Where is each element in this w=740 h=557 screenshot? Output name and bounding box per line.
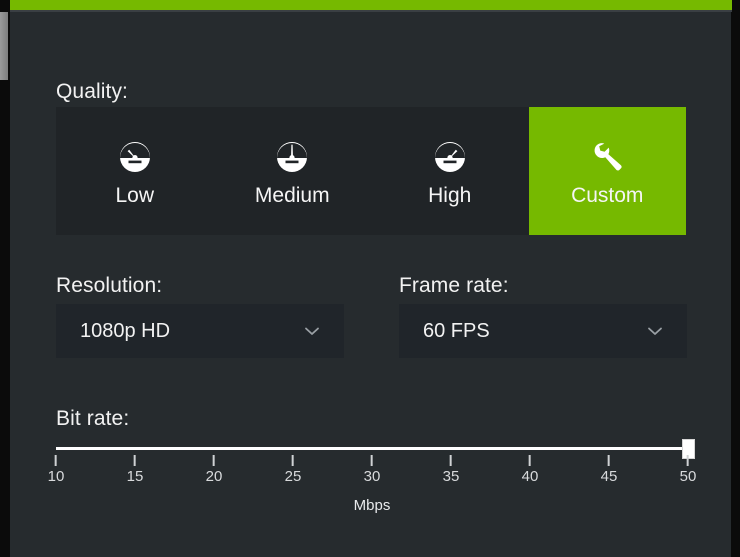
bit-rate-slider[interactable]: 10 15 20 25 30 35 40 45 50 Mbps [48,437,696,514]
slider-tick: 20 [205,455,223,485]
quality-option-high[interactable]: High [371,107,529,235]
frame-rate-dropdown[interactable]: 60 FPS [399,304,687,358]
right-gutter [731,0,740,557]
quality-label: Quality: [56,80,128,103]
slider-tick-scale: 10 15 20 25 30 35 40 45 50 [48,455,696,495]
quality-option-medium[interactable]: Medium [214,107,372,235]
slider-tick-label: 35 [442,468,460,485]
resolution-dropdown[interactable]: 1080p HD [56,304,344,358]
slider-tick: 15 [126,455,144,485]
slider-tick-mark [213,455,215,466]
slider-tick: 40 [521,455,539,485]
slider-tick-mark [529,455,531,466]
slider-tick-label: 25 [284,468,302,485]
bit-rate-units: Mbps [353,497,391,514]
slider-tick-mark [450,455,452,466]
gauge-medium-icon [277,141,308,172]
frame-rate-value: 60 FPS [423,319,490,342]
slider-tick: 50 [679,455,697,485]
chevron-down-icon [648,327,662,335]
frame-rate-label: Frame rate: [399,274,509,297]
slider-tick-label: 30 [363,468,381,485]
quality-option-custom[interactable]: Custom [528,107,686,235]
quality-option-group: Low Medium High Custom [56,107,686,235]
slider-tick-mark [134,455,136,466]
resolution-label: Resolution: [56,274,163,297]
slider-tick-label: 40 [521,468,539,485]
quality-option-label: High [428,183,472,207]
quality-option-label: Low [115,183,155,207]
bit-rate-label: Bit rate: [56,407,130,430]
left-gutter [0,0,10,557]
scrollbar-thumb[interactable] [0,12,8,80]
gauge-low-icon [119,141,150,172]
app-window: Quality: Low Medium High Custom Resoluti… [0,0,740,557]
slider-tick: 30 [363,455,381,485]
slider-tick-mark [687,455,689,466]
settings-panel: Quality: Low Medium High Custom Resoluti… [10,12,731,557]
accent-bar [10,0,732,10]
slider-tick-label: 15 [126,468,144,485]
quality-option-low[interactable]: Low [56,107,214,235]
wrench-icon [594,142,622,171]
slider-tick-mark [292,455,294,466]
slider-tick: 10 [47,455,65,485]
quality-option-label: Custom [571,183,644,207]
resolution-value: 1080p HD [80,319,171,342]
slider-tick-label: 10 [47,468,65,485]
slider-tick-label: 20 [205,468,223,485]
slider-tick-mark [55,455,57,466]
slider-tick-label: 45 [600,468,618,485]
slider-tick: 25 [284,455,302,485]
gauge-high-icon [434,141,465,172]
slider-tick-mark [608,455,610,466]
slider-tick: 35 [442,455,460,485]
slider-tick: 45 [600,455,618,485]
quality-option-label: Medium [254,183,330,207]
chevron-down-icon [305,327,319,335]
slider-track[interactable] [56,447,688,450]
slider-tick-mark [371,455,373,466]
slider-tick-label: 50 [679,468,697,485]
